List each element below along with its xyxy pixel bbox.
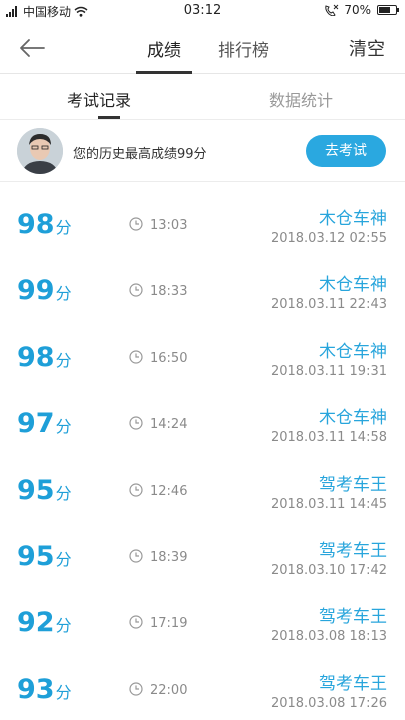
- record-title: 木仓车神: [319, 209, 387, 229]
- record-title: 驾考车王: [319, 474, 387, 495]
- tab-score[interactable]: 成绩: [147, 36, 181, 61]
- record-row[interactable]: 92分 17:19 驾考车王 2018.03.08 18:13: [0, 588, 405, 654]
- record-row[interactable]: 99分 18:33 木仓车神 2018.03.11 22:43: [0, 256, 405, 322]
- battery-percent: 70%: [344, 3, 371, 17]
- sub-tabs: 考试记录 数据统计: [0, 74, 405, 120]
- clear-button[interactable]: 清空: [349, 35, 385, 61]
- sub-tab-active-indicator: [98, 116, 120, 119]
- arrow-left-icon: [20, 39, 45, 57]
- record-row[interactable]: 97分 14:24 木仓车神 2018.03.11 14:58: [0, 389, 405, 455]
- record-row[interactable]: 95分 12:46 驾考车王 2018.03.11 14:45: [0, 456, 405, 522]
- tab-ranking[interactable]: 排行榜: [218, 36, 269, 61]
- battery-icon: [377, 5, 399, 15]
- record-duration: 22:00: [150, 682, 188, 698]
- record-title: 木仓车神: [319, 275, 387, 296]
- score-unit: 分: [55, 284, 72, 304]
- back-button[interactable]: [18, 34, 50, 62]
- best-score-text: 您的历史最高成绩99分: [73, 147, 207, 162]
- record-date: 2018.03.11 14:45: [270, 496, 387, 512]
- record-row[interactable]: 95分 18:39 驾考车王 2018.03.10 17:42: [0, 522, 405, 588]
- record-duration: 12:46: [150, 483, 188, 499]
- score-value: 93: [17, 673, 55, 705]
- clock-icon: [129, 682, 143, 696]
- record-title: 木仓车神: [319, 341, 387, 362]
- nav-bar: 成绩 排行榜 清空: [0, 22, 405, 74]
- status-right: 70%: [324, 3, 399, 17]
- record-date: 2018.03.08 18:13: [270, 629, 387, 645]
- record-title: 驾考车王: [319, 607, 387, 628]
- clock-icon: [129, 482, 143, 497]
- record-title: 驾考车王: [319, 673, 387, 694]
- record-date: 2018.03.11 14:58: [270, 430, 387, 446]
- record-score: 98分: [17, 210, 72, 243]
- record-duration: 18:33: [150, 284, 188, 300]
- score-unit: 分: [55, 616, 72, 636]
- score-value: 92: [17, 607, 55, 639]
- record-score: 93分: [17, 673, 72, 708]
- avatar[interactable]: [17, 128, 63, 174]
- record-score: 95分: [17, 540, 72, 575]
- score-unit: 分: [55, 483, 72, 503]
- record-score: 92分: [17, 608, 72, 641]
- record-duration: 18:39: [150, 549, 188, 565]
- record-duration: 17:19: [150, 616, 188, 632]
- score-unit: 分: [55, 218, 72, 237]
- record-score: 97分: [17, 409, 72, 442]
- tab-exam-records[interactable]: 考试记录: [67, 87, 131, 111]
- clock-icon: [129, 615, 143, 629]
- record-score: 99分: [17, 276, 72, 309]
- record-date: 2018.03.10 17:42: [270, 562, 387, 578]
- score-value: 98: [17, 341, 55, 373]
- score-value: 95: [17, 474, 55, 506]
- tab-data-statistics[interactable]: 数据统计: [269, 87, 333, 111]
- score-value: 95: [17, 540, 55, 572]
- record-title: 驾考车王: [319, 540, 387, 561]
- record-row[interactable]: 98分 13:03 木仓车神 2018.03.12 02:55: [0, 190, 405, 256]
- score-unit: 分: [55, 549, 72, 569]
- clock-icon: [129, 549, 143, 563]
- score-unit: 分: [55, 350, 72, 370]
- volte-phone-icon: [325, 4, 339, 16]
- score-unit: 分: [55, 682, 72, 702]
- record-date: 2018.03.08 17:26: [270, 695, 387, 711]
- score-unit: 分: [55, 417, 72, 437]
- score-value: 99: [17, 275, 55, 307]
- avatar-image: [17, 128, 63, 174]
- record-row[interactable]: 98分 16:50 木仓车神 2018.03.11 19:31: [0, 323, 405, 389]
- score-value: 97: [17, 408, 55, 440]
- record-date: 2018.03.11 19:31: [270, 363, 387, 379]
- record-duration: 13:03: [150, 218, 188, 233]
- record-date: 2018.03.11 22:43: [270, 297, 387, 313]
- clock-icon: [129, 416, 143, 430]
- take-exam-button[interactable]: 去考试: [306, 135, 386, 167]
- clock-icon: [129, 283, 143, 297]
- record-score: 95分: [17, 474, 72, 509]
- record-date: 2018.03.12 02:55: [270, 231, 387, 246]
- record-duration: 14:24: [150, 417, 188, 433]
- score-value: 98: [17, 209, 55, 240]
- record-title: 木仓车神: [319, 408, 387, 429]
- record-row[interactable]: 93分 22:00 驾考车王 2018.03.08 17:26: [0, 655, 405, 720]
- status-bar: 中国移动 03:12 70%: [0, 0, 405, 22]
- clock-icon: [129, 217, 143, 231]
- record-score: 98分: [17, 341, 72, 376]
- battery-fill: [379, 7, 391, 13]
- record-duration: 16:50: [150, 350, 188, 366]
- profile-row: 您的历史最高成绩99分 去考试: [0, 120, 405, 182]
- records-list: 98分 13:03 木仓车神 2018.03.12 02:55 99分 18:3…: [0, 190, 405, 720]
- clock-icon: [129, 350, 143, 364]
